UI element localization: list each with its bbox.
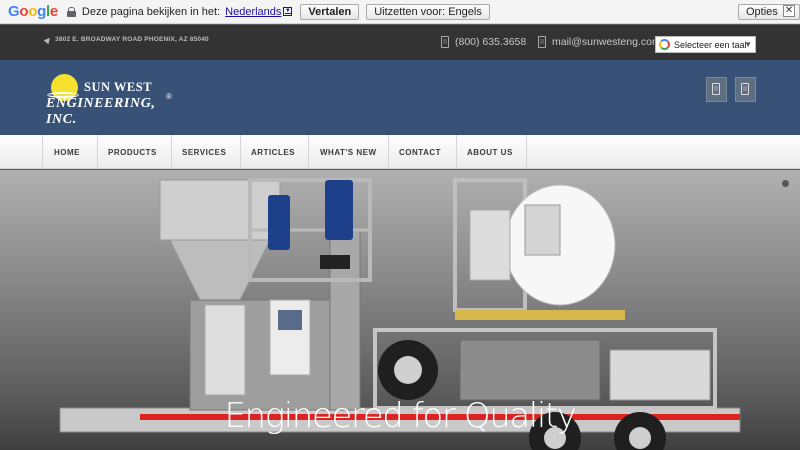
mail-icon bbox=[741, 83, 749, 95]
nav-item-articles[interactable]: ARTICLES bbox=[241, 135, 309, 169]
translate-prompt: Deze pagina bekijken in het: bbox=[81, 5, 221, 18]
google-logo: Google bbox=[8, 3, 58, 20]
location-arrow-icon bbox=[43, 35, 53, 44]
untranslate-button[interactable]: Uitzetten voor: Engels bbox=[366, 3, 490, 20]
chevron-down-icon: ▼ bbox=[283, 7, 293, 16]
site-header: SUN WEST ENGINEERING, INC. ® bbox=[0, 60, 800, 135]
nav-item-about-us[interactable]: ABOUT US bbox=[457, 135, 527, 169]
hero-slider: Engineered for Quality bbox=[0, 170, 800, 450]
translate-bar: Google Deze pagina bekijken in het: Nede… bbox=[0, 0, 800, 24]
phone-link[interactable]: (800) 635.3658 bbox=[441, 36, 526, 48]
language-label: Nederlands bbox=[225, 5, 282, 18]
email-text: mail@sunwesteng.com bbox=[552, 36, 661, 48]
nav-item-services[interactable]: SERVICES bbox=[172, 135, 241, 169]
google-g-icon bbox=[659, 39, 670, 50]
nav-item-whats-new[interactable]: WHAT'S NEW bbox=[309, 135, 389, 169]
phone-icon bbox=[441, 36, 449, 48]
header-phone-button[interactable] bbox=[706, 77, 727, 102]
contact-bar: 3802 E. BROADWAY ROAD PHOENIX, AZ 85040 … bbox=[0, 25, 800, 60]
language-select[interactable]: Selecteer een taal ▼ bbox=[655, 36, 756, 53]
lock-icon bbox=[66, 6, 76, 17]
nav-item-home[interactable]: HOME bbox=[43, 135, 98, 169]
phone-icon bbox=[712, 83, 720, 95]
main-nav: HOME PRODUCTS SERVICES ARTICLES WHAT'S N… bbox=[0, 135, 800, 169]
site-logo[interactable]: SUN WEST ENGINEERING, INC. ® bbox=[44, 72, 179, 127]
address-text: 3802 E. BROADWAY ROAD PHOENIX, AZ 85040 bbox=[55, 36, 209, 43]
registered-mark: ® bbox=[166, 92, 172, 101]
header-mail-button[interactable] bbox=[735, 77, 756, 102]
language-select-label: Selecteer een taal bbox=[674, 39, 747, 50]
chevron-down-icon: ▼ bbox=[744, 40, 752, 49]
hero-caption: Engineered for Quality bbox=[224, 396, 576, 436]
email-link[interactable]: mail@sunwesteng.com bbox=[538, 36, 661, 48]
logo-text-line1: SUN WEST bbox=[84, 80, 153, 94]
logo-text-line2: ENGINEERING, INC. bbox=[46, 96, 156, 127]
phone-text: (800) 635.3658 bbox=[455, 36, 527, 48]
translate-button[interactable]: Vertalen bbox=[300, 3, 360, 20]
nav-item-products[interactable]: PRODUCTS bbox=[98, 135, 172, 169]
close-icon[interactable]: ✕ bbox=[783, 5, 795, 17]
address: 3802 E. BROADWAY ROAD PHOENIX, AZ 85040 bbox=[43, 35, 209, 44]
language-dropdown[interactable]: Nederlands ▼ bbox=[225, 5, 293, 18]
mail-icon bbox=[538, 36, 546, 48]
slider-dot[interactable] bbox=[782, 180, 789, 187]
nav-item-contact[interactable]: CONTACT bbox=[389, 135, 457, 169]
